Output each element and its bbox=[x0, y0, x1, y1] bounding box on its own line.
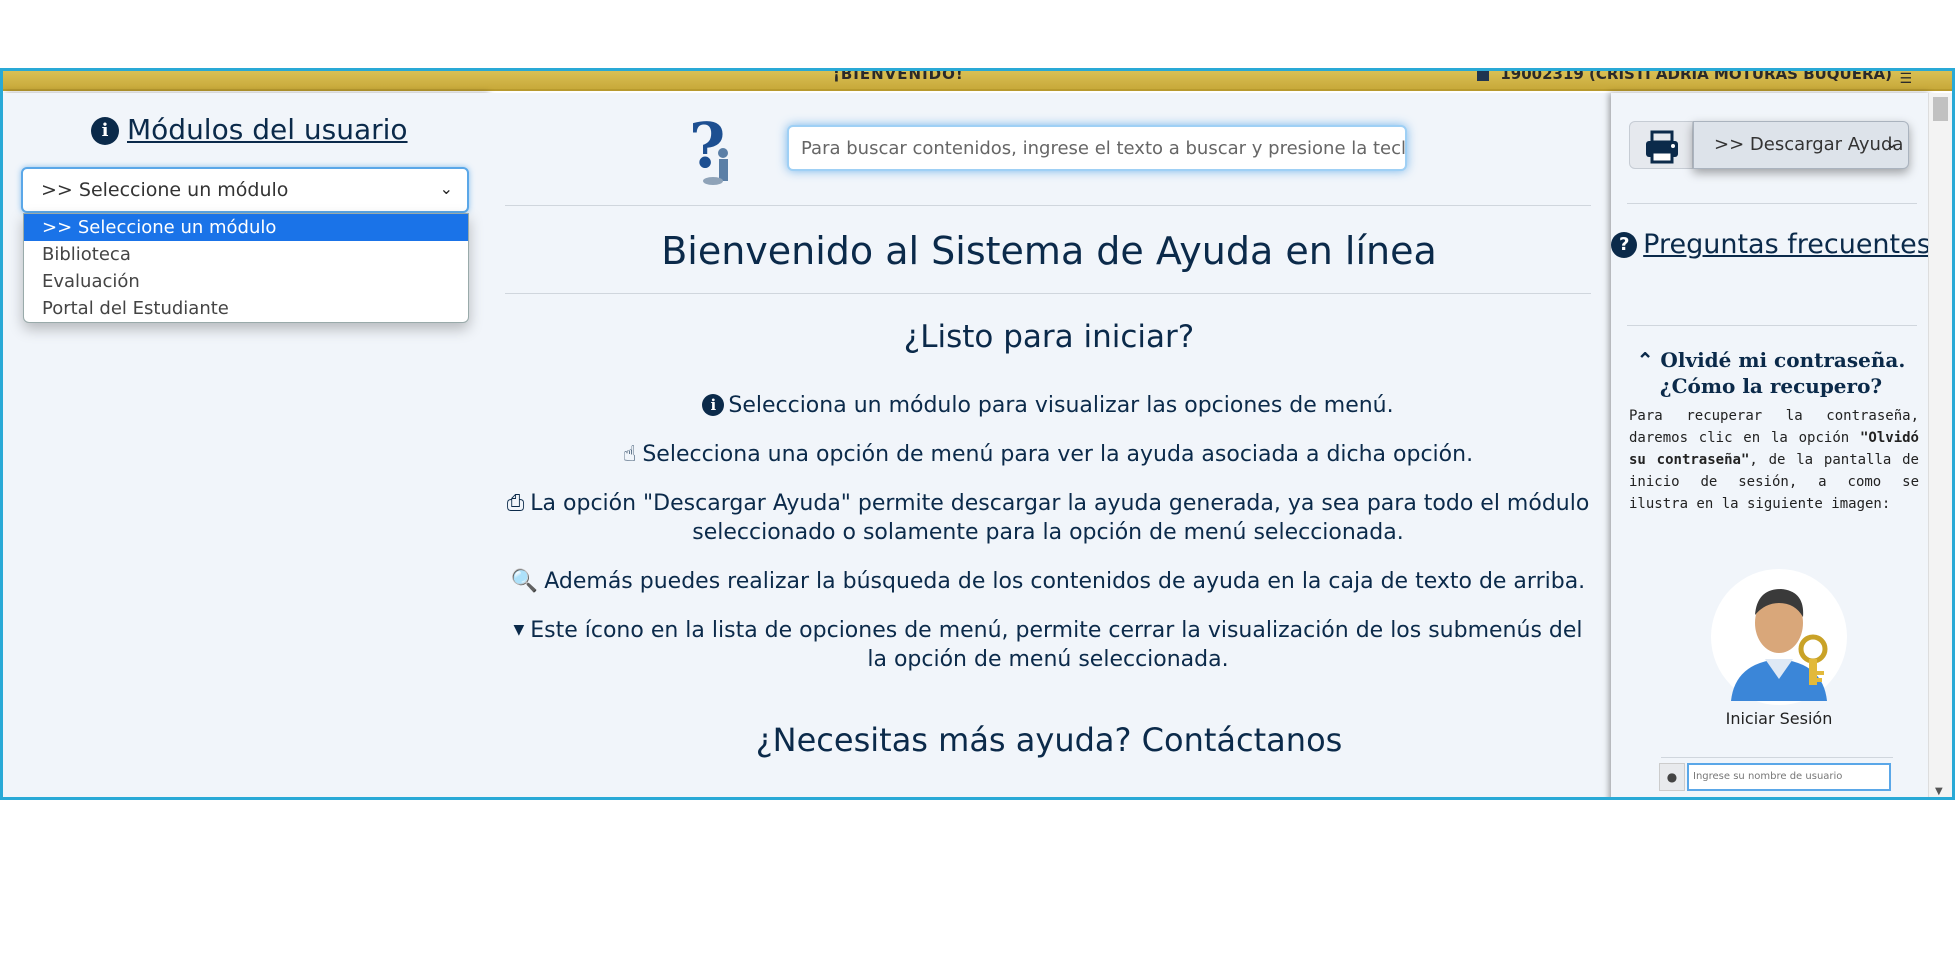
module-option[interactable]: Evaluación bbox=[24, 268, 468, 295]
faq-answer: Para recuperar la contraseña, daremos cl… bbox=[1629, 405, 1919, 515]
search-input[interactable]: Para buscar contenidos, ingrese el texto… bbox=[787, 125, 1407, 171]
chevron-double-up-icon: ⌃ bbox=[1636, 348, 1654, 372]
instruction-line: 🔍 Además puedes realizar la búsqueda de l… bbox=[505, 567, 1591, 596]
user-key-avatar-icon bbox=[1711, 569, 1847, 705]
instruction-text: Además puedes realizar la búsqueda de lo… bbox=[544, 569, 1586, 594]
contact-heading: ¿Necesitas más ayuda? Contáctanos bbox=[755, 721, 1343, 759]
divider bbox=[505, 293, 1591, 294]
scroll-down-arrow-icon[interactable]: ▼ bbox=[1935, 786, 1943, 797]
module-option[interactable]: Portal del Estudiante bbox=[24, 295, 468, 322]
question-circle-icon: ? bbox=[1611, 232, 1638, 258]
caret-down-icon: ▼ bbox=[513, 622, 525, 638]
instruction-text: Selecciona un módulo para visualizar las… bbox=[728, 393, 1394, 418]
print-button[interactable] bbox=[1629, 121, 1693, 169]
instruction-line: ▼ Este ícono en la lista de opciones de m… bbox=[505, 616, 1591, 674]
page-title: Bienvenido al Sistema de Ayuda en línea bbox=[661, 229, 1437, 273]
instruction-line: ☝ Selecciona una opción de menú para ver … bbox=[505, 440, 1591, 469]
start-subtitle: ¿Listo para iniciar? bbox=[903, 319, 1195, 355]
instruction-text: Este ícono en la lista de opciones de me… bbox=[530, 618, 1583, 672]
hand-pointer-icon: ☝ bbox=[622, 442, 637, 467]
browser-viewport: ¡BIENVENIDO! 19002319 (CRISTI ADRIA MOTU… bbox=[0, 68, 1955, 800]
question-help-icon: ? bbox=[689, 111, 728, 185]
module-option[interactable]: Biblioteca bbox=[24, 241, 468, 268]
module-dropdown-list: >> Seleccione un módulo Biblioteca Evalu… bbox=[23, 213, 469, 323]
module-option[interactable]: >> Seleccione un módulo bbox=[24, 214, 468, 241]
search-icon: 🔍 bbox=[510, 569, 539, 594]
user-icon bbox=[1477, 71, 1490, 81]
help-sidebar: >> Descargar Ayuda ⌄ ? Preguntas frecuent… bbox=[1611, 93, 1931, 797]
chevron-down-icon: ⌄ bbox=[439, 179, 453, 198]
divider bbox=[1627, 325, 1917, 326]
modules-panel: i Módulos del usuario >> Seleccione un mó… bbox=[3, 93, 487, 797]
instruction-line: i Selecciona un módulo para visualizar la… bbox=[505, 391, 1591, 420]
module-select-value: >> Seleccione un módulo bbox=[41, 179, 289, 201]
faq-question[interactable]: ⌃ Olvidé mi contraseña. ¿Cómo la recuper… bbox=[1621, 347, 1921, 399]
main-content: ? Para buscar contenidos, ingrese el tex… bbox=[487, 93, 1611, 797]
modules-heading: i Módulos del usuario bbox=[91, 113, 408, 146]
modules-heading-text[interactable]: Módulos del usuario bbox=[127, 113, 408, 146]
divider bbox=[1661, 757, 1893, 758]
welcome-text: ¡BIENVENIDO! bbox=[833, 68, 964, 83]
info-icon: i bbox=[702, 394, 725, 416]
user-icon: ● bbox=[1659, 763, 1685, 791]
download-help-select[interactable]: >> Descargar Ayuda ⌄ bbox=[1693, 121, 1909, 169]
login-username-field[interactable]: ● Ingrese su nombre de usuario bbox=[1659, 763, 1891, 791]
scrollbar-thumb[interactable] bbox=[1933, 97, 1948, 121]
hamburger-menu-icon[interactable]: ☰ bbox=[1899, 71, 1912, 87]
username-input[interactable]: Ingrese su nombre de usuario bbox=[1687, 763, 1891, 791]
top-bar: ¡BIENVENIDO! 19002319 (CRISTI ADRIA MOTU… bbox=[3, 71, 1952, 91]
chevron-down-icon: ⌄ bbox=[1885, 134, 1898, 152]
faq-title[interactable]: ? Preguntas frecuentes bbox=[1611, 227, 1931, 262]
instruction-text: La opción "Descargar Ayuda" permite desc… bbox=[530, 491, 1590, 545]
divider bbox=[505, 205, 1591, 206]
print-icon bbox=[1646, 130, 1678, 164]
faq-question-text: Olvidé mi contraseña. ¿Cómo la recupero? bbox=[1659, 348, 1906, 398]
info-icon: i bbox=[91, 117, 119, 145]
vertical-scrollbar[interactable]: ▼ bbox=[1928, 93, 1952, 797]
user-name: 19002319 (CRISTI ADRIA MOTURAS BUQUERA) bbox=[1500, 68, 1892, 83]
user-info[interactable]: 19002319 (CRISTI ADRIA MOTURAS BUQUERA) bbox=[1477, 68, 1892, 83]
divider bbox=[1627, 203, 1917, 204]
login-label: Iniciar Sesión bbox=[1725, 709, 1833, 728]
download-select-value: >> Descargar Ayuda bbox=[1714, 134, 1904, 155]
instruction-text: Selecciona una opción de menú para ver l… bbox=[642, 442, 1474, 467]
instruction-line: ⎙ La opción "Descargar Ayuda" permite des… bbox=[505, 489, 1591, 547]
print-icon: ⎙ bbox=[506, 491, 525, 516]
module-select[interactable]: >> Seleccione un módulo ⌄ bbox=[21, 167, 469, 213]
faq-title-text: Preguntas frecuentes bbox=[1643, 229, 1931, 260]
